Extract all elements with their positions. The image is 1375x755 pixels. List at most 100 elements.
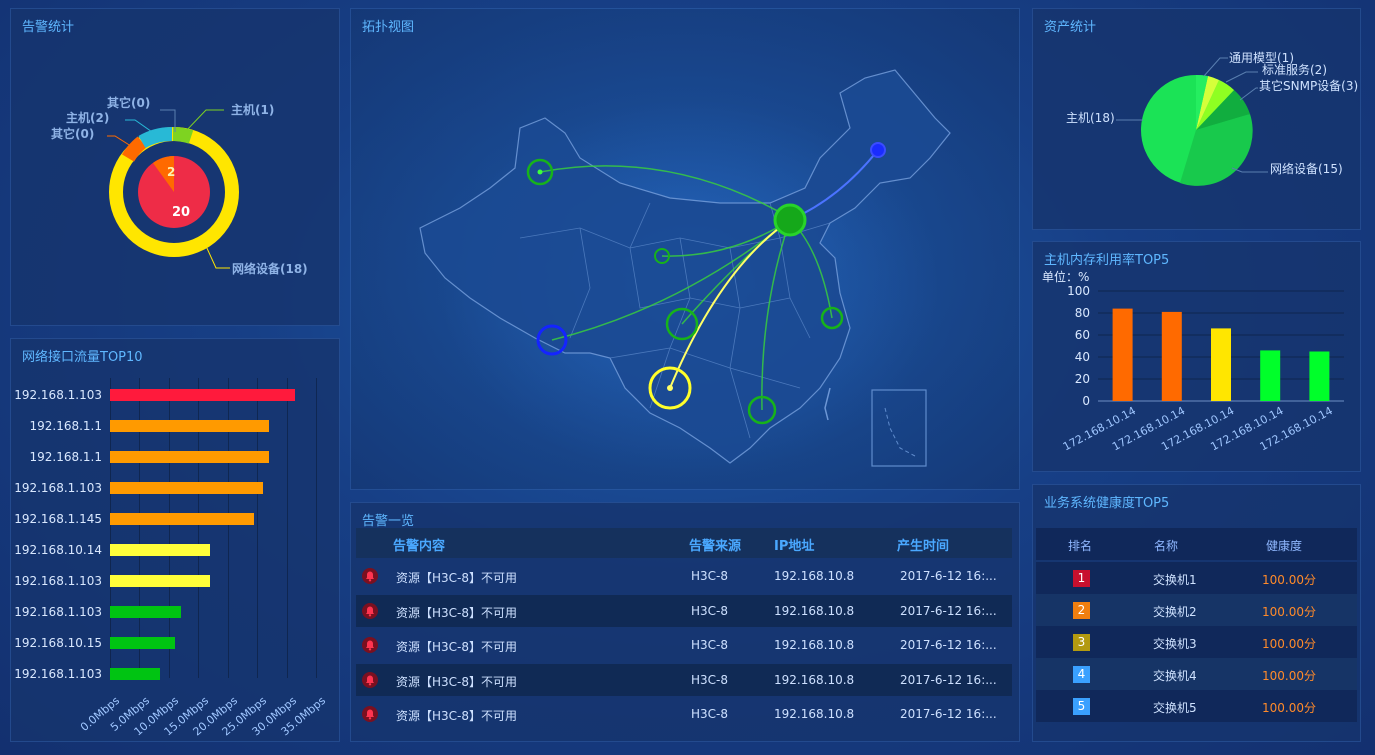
traffic-bar[interactable] — [110, 606, 181, 618]
memory-ytick: 80 — [1075, 306, 1090, 320]
health-row[interactable]: 2 交换机2 100.00分 — [1036, 594, 1357, 626]
alarm-time: 2017-6-12 16:... — [900, 638, 997, 652]
label-snmp: 其它SNMP设备(3) — [1259, 78, 1358, 93]
traffic-panel: 网络接口流量TOP10 192.168.1.103 192.168.1.1 192.… — [10, 338, 340, 742]
health-header: 排名 名称 健康度 — [1036, 528, 1357, 560]
traffic-ip-label: 192.168.10.15 — [14, 636, 102, 650]
inner-value-large: 20 — [172, 205, 190, 220]
topology-panel: 拓扑视图 — [350, 8, 1020, 490]
alarm-source: H3C-8 — [691, 603, 729, 618]
alarm-content: 资源【H3C-8】不可用 — [396, 571, 518, 585]
label-host-right: 主机(1) — [231, 102, 274, 117]
health-row[interactable]: 1 交换机1 100.00分 — [1036, 562, 1357, 594]
memory-ytick: 0 — [1082, 394, 1090, 408]
alarm-list-panel: 告警一览 告警内容 告警来源 IP地址 产生时间 资源【H3C-8】不可用 H3C… — [350, 502, 1020, 742]
header-rank: 排名 — [1068, 539, 1093, 553]
traffic-ip-label: 192.168.1.103 — [14, 605, 102, 619]
traffic-ip-label: 192.168.1.145 — [14, 512, 102, 526]
traffic-row[interactable]: 192.168.1.103 — [10, 388, 330, 402]
traffic-bar[interactable] — [110, 575, 211, 587]
donut-segment-host-right[interactable] — [172, 127, 194, 144]
alarm-time: 2017-6-12 16:... — [900, 707, 997, 721]
memory-ytick: 60 — [1075, 328, 1090, 342]
traffic-bar[interactable] — [110, 389, 296, 401]
traffic-row[interactable]: 192.168.1.1 — [10, 419, 330, 433]
health-score: 100.00分 — [1262, 605, 1316, 619]
china-topology-map[interactable] — [350, 8, 1020, 490]
alarm-source: H3C-8 — [691, 569, 729, 583]
traffic-row[interactable]: 192.168.10.15 — [10, 636, 330, 650]
alarm-row[interactable]: 资源【H3C-8】不可用 H3C-8 192.168.10.8 2017-6-12 1… — [356, 629, 1012, 661]
traffic-row[interactable]: 192.168.10.14 — [10, 543, 330, 557]
traffic-bar[interactable] — [110, 637, 175, 649]
traffic-row[interactable]: 192.168.1.145 — [10, 512, 330, 526]
health-score: 100.00分 — [1262, 637, 1316, 651]
alarm-bell-icon — [362, 706, 378, 722]
alarm-row[interactable]: 资源【H3C-8】不可用 H3C-8 192.168.10.8 2017-6-12 1… — [356, 560, 1012, 592]
health-row[interactable]: 4 交换机4 100.00分 — [1036, 658, 1357, 690]
traffic-ip-label: 192.168.1.103 — [14, 667, 102, 681]
rank-badge: 1 — [1073, 570, 1090, 587]
alarm-row[interactable]: 资源【H3C-8】不可用 H3C-8 192.168.10.8 2017-6-12 1… — [356, 594, 1012, 627]
system-name: 交换机4 — [1153, 669, 1197, 683]
alarm-content: 资源【H3C-8】不可用 — [396, 640, 518, 654]
traffic-bar-chart[interactable]: 192.168.1.103 192.168.1.1 192.168.1.1 192.1… — [10, 338, 340, 742]
memory-bar[interactable] — [1112, 308, 1133, 401]
alarm-list-title: 告警一览 — [362, 514, 415, 529]
label-host: 主机(18) — [1066, 111, 1115, 125]
traffic-bar[interactable] — [110, 513, 255, 525]
label-service: 标准服务(2) — [1262, 62, 1327, 77]
traffic-bar[interactable] — [110, 420, 269, 432]
leader-line-host-right — [184, 109, 224, 133]
alarm-row[interactable]: 资源【H3C-8】不可用 H3C-8 192.168.10.8 2017-6-12 1… — [356, 698, 1012, 730]
traffic-ip-label: 192.168.1.103 — [14, 481, 102, 495]
label-other-top: 其它(0) — [107, 95, 150, 110]
health-row[interactable]: 5 交换机5 100.00分 — [1036, 690, 1357, 722]
traffic-ip-label: 192.168.1.1 — [29, 450, 102, 464]
assets-pie-chart[interactable]: 通用模型(1) 标准服务(2) 其它SNMP设备(3) 主机(18) 网络设备(… — [1032, 8, 1361, 230]
traffic-bar[interactable] — [110, 668, 161, 680]
header-ip: IP地址 — [774, 539, 815, 554]
header-time: 产生时间 — [897, 539, 950, 554]
memory-bar[interactable] — [1211, 328, 1231, 401]
memory-bar[interactable] — [1161, 311, 1182, 401]
traffic-row[interactable]: 192.168.1.1 — [10, 450, 330, 464]
traffic-bar[interactable] — [110, 482, 264, 494]
rank-badge: 3 — [1073, 634, 1090, 651]
traffic-ip-label: 192.168.10.14 — [14, 543, 102, 557]
health-row[interactable]: 3 交换机3 100.00分 — [1036, 626, 1357, 658]
traffic-row[interactable]: 192.168.1.103 — [10, 605, 330, 619]
traffic-bar[interactable] — [110, 451, 269, 463]
header-name: 名称 — [1154, 539, 1179, 553]
traffic-row[interactable]: 192.168.1.103 — [10, 481, 330, 495]
label-host-left: 主机(2) — [66, 110, 109, 125]
system-name: 交换机5 — [1153, 701, 1197, 715]
memory-bar[interactable] — [1260, 350, 1281, 401]
rank-badge: 5 — [1073, 698, 1090, 715]
traffic-ip-label: 192.168.1.103 — [14, 574, 102, 588]
rank-badge: 4 — [1073, 666, 1090, 683]
donut-segment-host-left[interactable] — [138, 127, 173, 149]
alarm-bell-icon — [362, 671, 378, 688]
alarm-time: 2017-6-12 16:... — [900, 672, 997, 687]
memory-bar-chart[interactable]: 020406080100172.168.10.14172.168.10.1417… — [1032, 241, 1361, 472]
donut-segment-other[interactable] — [121, 136, 147, 162]
traffic-ip-label: 192.168.1.1 — [29, 419, 102, 433]
alarm-donut-chart[interactable]: 2 20 其它(0) 主机(2) 其它(0) 主机(1) 网络设备(18) — [10, 8, 340, 326]
health-score: 100.00分 — [1262, 701, 1316, 715]
inner-value-small: 2 — [167, 165, 175, 179]
traffic-bar[interactable] — [110, 544, 211, 556]
rank-badge: 2 — [1073, 602, 1090, 619]
memory-ytick: 40 — [1075, 350, 1090, 364]
alarm-ip: 192.168.10.8 — [774, 569, 855, 583]
alarm-ip: 192.168.10.8 — [774, 672, 855, 687]
traffic-row[interactable]: 192.168.1.103 — [10, 574, 330, 588]
alarm-content: 资源【H3C-8】不可用 — [396, 605, 518, 620]
memory-panel: 主机内存利用率TOP5 单位：% 0 20 40 60 80 100 172.168.10.… — [1032, 241, 1361, 472]
alarm-stats-panel: 告警统计 2 20 其它(0) 主机(2) 其它(0) 主机(1) 网络设备(1… — [10, 8, 340, 326]
header-score: 健康度 — [1266, 539, 1303, 553]
alarm-row[interactable]: 资源【H3C-8】不可用 H3C-8 192.168.10.8 2017-6-12 1… — [356, 663, 1012, 696]
memory-bar[interactable] — [1309, 351, 1330, 402]
alarm-bell-icon — [362, 568, 378, 584]
traffic-row[interactable]: 192.168.1.103 — [10, 667, 330, 681]
